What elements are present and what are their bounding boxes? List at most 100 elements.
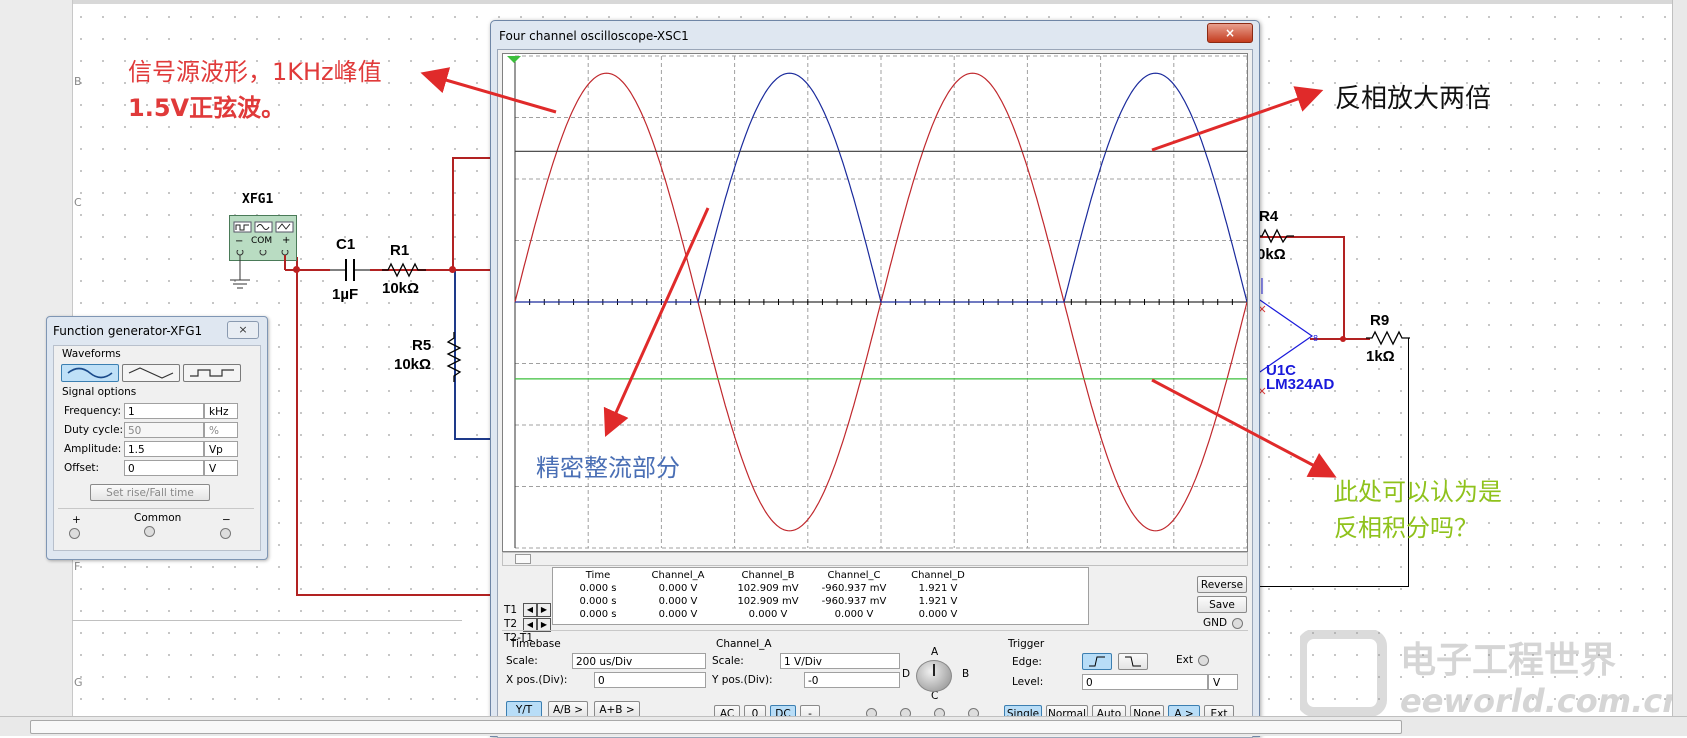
rising-edge-icon [1089, 656, 1105, 667]
wire [452, 269, 492, 271]
table-header: Channel_C [827, 570, 881, 581]
offset-input[interactable]: 0 [124, 460, 204, 476]
amplitude-unit-select[interactable]: Vp [204, 441, 238, 457]
table-header: Channel_A [651, 570, 705, 581]
ypos-input[interactable]: -0 [804, 672, 900, 688]
divider [58, 508, 254, 509]
table-cell: 1.921 V [918, 596, 958, 607]
close-icon: × [1224, 26, 1236, 40]
horizontal-scrollbar[interactable] [0, 716, 1687, 736]
knob-pointer-icon [933, 664, 935, 676]
amplitude-label: Amplitude: [64, 443, 122, 455]
duty-cycle-unit[interactable]: % [204, 422, 238, 438]
wire [1257, 586, 1409, 587]
table-cell: 0.000 V [748, 609, 788, 620]
resistor-symbol[interactable] [1366, 330, 1410, 346]
r9-name: R9 [1370, 312, 1390, 329]
scrollbar-thumb[interactable] [30, 720, 1402, 734]
table-cell: 0.000 s [579, 583, 617, 594]
channel-scale-input[interactable]: 1 V/Div [780, 653, 900, 669]
resistor-symbol[interactable] [1258, 228, 1294, 244]
plus-terminal-label: + [72, 514, 81, 526]
watermark-line1: 电子工程世界 [1400, 640, 1616, 681]
r5-name: R5 [412, 337, 432, 354]
measurement-table: Time Channel_A Channel_B Channel_C Chann… [552, 567, 1089, 625]
falling-edge-button[interactable] [1118, 653, 1148, 670]
r1-name: R1 [390, 242, 410, 259]
oscilloscope-panel: T1 T2 T2-T1 ◀ ▶ ◀ ▶ Time Channel_A Chann… [497, 49, 1253, 738]
wire [452, 157, 492, 159]
xpos-label: X pos.(Div): [506, 674, 568, 686]
ext-terminal[interactable] [1198, 655, 1209, 666]
knob-label-d: D [902, 668, 911, 680]
opamp-pin: 8 [1313, 334, 1319, 343]
reverse-button[interactable]: Reverse [1197, 576, 1247, 593]
resistor-symbol[interactable] [446, 332, 462, 382]
rising-edge-button[interactable] [1082, 653, 1112, 670]
minus-terminal[interactable] [220, 528, 231, 539]
level-input[interactable]: 0 [1082, 674, 1208, 690]
timebase-scale-input[interactable]: 200 us/Div [572, 653, 706, 669]
row-label: B [74, 75, 82, 88]
r4-value: 0kΩ [1257, 246, 1286, 263]
table-cell: 102.909 mV [737, 583, 799, 594]
junction-dot [449, 266, 456, 273]
r4-name: R4 [1259, 208, 1279, 225]
common-terminal[interactable] [144, 526, 155, 537]
annotation-rectifier: 精密整流部分 [536, 454, 680, 482]
channel-selector-knob[interactable] [916, 660, 952, 692]
frequency-input[interactable]: 1 [124, 403, 204, 419]
table-cell: 1.921 V [918, 583, 958, 594]
screen-scrollbar[interactable] [502, 552, 1248, 566]
resistor-symbol[interactable] [382, 262, 426, 278]
offset-unit-select[interactable]: V [204, 460, 238, 476]
gnd-terminal[interactable] [1232, 618, 1243, 629]
sine-wave-icon [67, 367, 113, 379]
oscilloscope-title: Four channel oscilloscope-XSC1 [499, 29, 689, 43]
fg-panel: Waveforms Signal options Frequency: 1 kH… [53, 345, 261, 551]
table-cell: 0.000 V [658, 596, 698, 607]
set-rise-fall-button[interactable]: Set rise/Fall time [90, 484, 210, 501]
table-header: Channel_D [911, 570, 965, 581]
frequency-unit-select[interactable]: kHz [204, 403, 238, 419]
knob-label-b: B [962, 668, 970, 680]
ext-label: Ext [1176, 654, 1193, 666]
capacitor-symbol[interactable] [330, 256, 370, 286]
c1-value: 1µF [332, 286, 359, 303]
t1-right-arrow-icon[interactable]: ▶ [537, 603, 551, 617]
table-cell: -960.937 mV [821, 583, 887, 594]
waveform-triangle-button[interactable] [122, 364, 180, 382]
level-label: Level: [1012, 676, 1044, 688]
duty-cycle-input[interactable]: 50 [124, 422, 204, 438]
level-unit-select[interactable]: V [1208, 674, 1238, 690]
waveform-square-button[interactable] [183, 364, 241, 382]
oscilloscope-window[interactable]: Four channel oscilloscope-XSC1 × T1 T2 T… [490, 20, 1260, 738]
amplitude-input[interactable]: 1.5 [124, 441, 204, 457]
xfg1-label: XFG1 [242, 192, 274, 207]
square-wave-icon [190, 369, 234, 377]
close-button[interactable]: × [1207, 23, 1253, 43]
vertical-scrollbar[interactable] [1672, 0, 1687, 716]
fg-title: Function generator-XFG1 [53, 324, 203, 338]
trigger-title: Trigger [1008, 638, 1045, 650]
row-label: F [74, 560, 81, 573]
table-header: Time [585, 570, 611, 581]
xpos-input[interactable]: 0 [594, 672, 706, 688]
waveform-sine-button[interactable] [61, 364, 119, 382]
eeworld-watermark-logo: 电子工程世界 eeworld.com.cn [1300, 630, 1680, 720]
wire [296, 257, 298, 595]
trigger-marker-icon [507, 56, 521, 63]
t1-left-arrow-icon[interactable]: ◀ [523, 603, 537, 617]
plus-terminal[interactable] [69, 528, 80, 539]
scrollbar-thumb[interactable] [515, 554, 531, 564]
edge-label: Edge: [1012, 656, 1042, 668]
close-button[interactable]: × [227, 321, 259, 339]
signal-options-label: Signal options [62, 386, 137, 398]
table-header: Channel_B [741, 570, 795, 581]
save-button[interactable]: Save [1197, 596, 1247, 613]
function-generator-window[interactable]: Function generator-XFG1 × Waveforms Sign… [46, 316, 268, 560]
annotation-signal-source: 信号源波形，1KHz峰值 [128, 58, 382, 86]
falling-edge-icon [1125, 656, 1141, 667]
waveforms-label: Waveforms [62, 348, 121, 360]
table-cell: 0.000 s [579, 609, 617, 620]
